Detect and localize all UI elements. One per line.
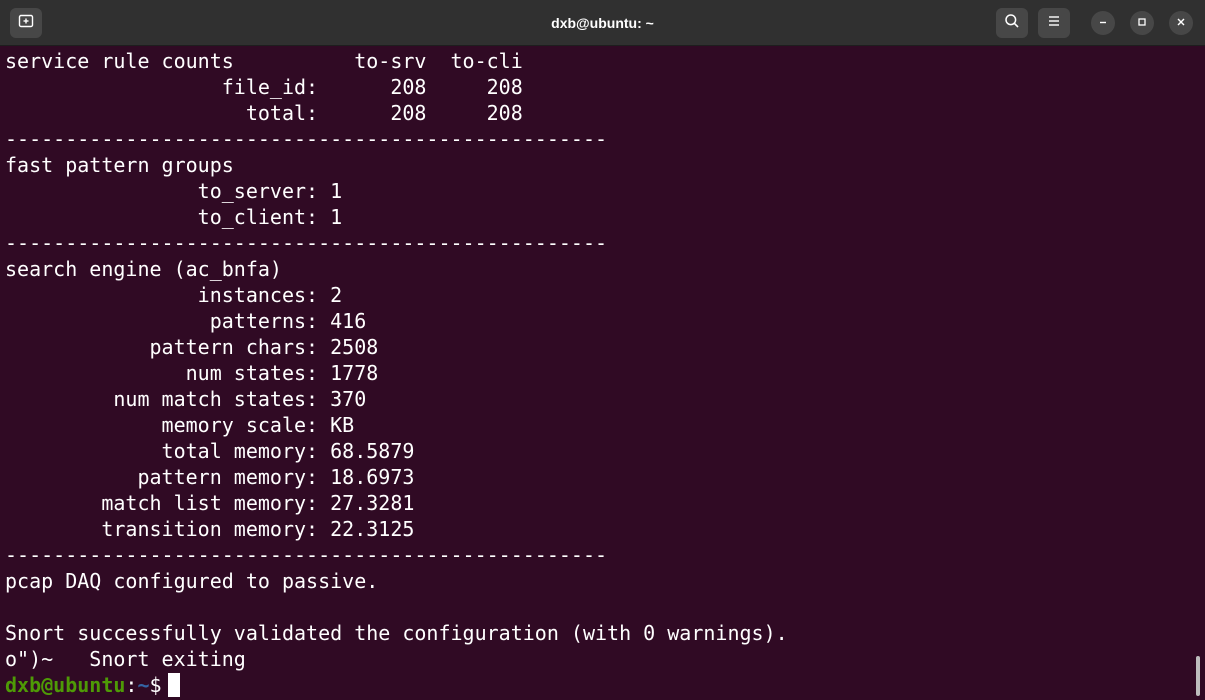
terminal-line: Snort successfully validated the configu…	[5, 621, 788, 645]
prompt-path: ~	[137, 673, 150, 697]
terminal-line: patterns: 416	[5, 309, 367, 333]
menu-button[interactable]	[1038, 8, 1070, 38]
terminal-line: ----------------------------------------…	[5, 231, 608, 255]
terminal-line: num match states: 370	[5, 387, 367, 411]
terminal-line: ----------------------------------------…	[5, 543, 608, 567]
close-icon	[1176, 14, 1186, 32]
terminal-line: fast pattern groups	[5, 153, 234, 177]
scrollbar-thumb[interactable]	[1196, 656, 1200, 696]
search-icon	[1004, 13, 1020, 34]
minimize-button[interactable]	[1091, 11, 1115, 35]
terminal-line: transition memory: 22.3125	[5, 517, 415, 541]
terminal-line: match list memory: 27.3281	[5, 491, 415, 515]
terminal-line: pattern chars: 2508	[5, 335, 379, 359]
terminal-lines: service rule counts to-srv to-cli file_i…	[5, 48, 788, 698]
terminal-line: total: 208 208	[5, 101, 523, 125]
maximize-button[interactable]	[1130, 11, 1154, 35]
terminal-line: instances: 2	[5, 283, 343, 307]
terminal-line: num states: 1778	[5, 361, 379, 385]
terminal-line: to_client: 1	[5, 205, 343, 229]
title-bar: dxb@ubuntu: ~	[0, 0, 1205, 46]
prompt-user-host: dxb@ubuntu	[5, 673, 126, 697]
prompt-line[interactable]: dxb@ubuntu:~$	[5, 672, 788, 698]
maximize-icon	[1137, 14, 1147, 32]
terminal-line: to_server: 1	[5, 179, 343, 203]
terminal-line: pcap DAQ configured to passive.	[5, 569, 379, 593]
text-cursor	[167, 673, 180, 697]
terminal-line: total memory: 68.5879	[5, 439, 415, 463]
prompt-separator: :	[125, 673, 138, 697]
terminal-line: pattern memory: 18.6973	[5, 465, 415, 489]
close-button[interactable]	[1169, 11, 1193, 35]
terminal-line: o")~ Snort exiting	[5, 647, 246, 671]
terminal-line: search engine (ac_bnfa)	[5, 257, 282, 281]
minimize-icon	[1098, 14, 1108, 32]
hamburger-menu-icon	[1047, 14, 1061, 32]
terminal-window: dxb@ubuntu: ~ service rule counts to-srv…	[0, 0, 1205, 700]
terminal-output-area[interactable]: service rule counts to-srv to-cli file_i…	[0, 46, 1205, 700]
terminal-line: file_id: 208 208	[5, 75, 523, 99]
terminal-line: memory scale: KB	[5, 413, 355, 437]
search-button[interactable]	[996, 8, 1028, 38]
terminal-line: ----------------------------------------…	[5, 127, 608, 151]
terminal-line: service rule counts to-srv to-cli	[5, 49, 523, 73]
prompt-symbol: $	[149, 673, 162, 697]
